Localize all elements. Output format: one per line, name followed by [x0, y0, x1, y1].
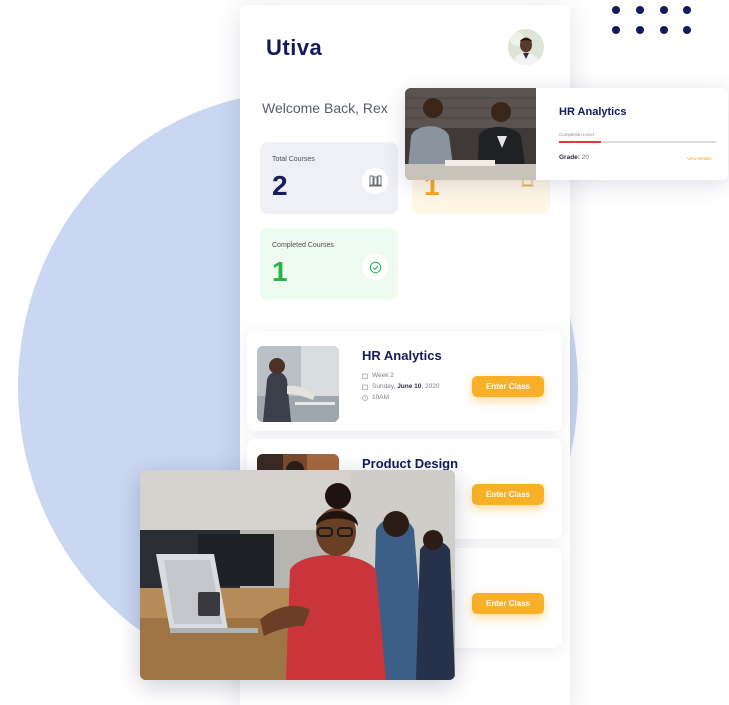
total-courses-card: Total Courses 2: [260, 142, 398, 214]
course-progress-photo: [405, 88, 536, 180]
clock-icon: [362, 394, 368, 401]
course-date: Sunday, June 10, 2020: [362, 383, 439, 390]
enter-class-button[interactable]: Enter Class: [472, 376, 544, 397]
calendar-icon: [362, 373, 368, 379]
course-time: 10AM: [362, 394, 389, 401]
course-week: Week 2: [362, 372, 394, 379]
course-title: Product Design: [362, 456, 459, 471]
course-time-text: 10AM: [372, 394, 389, 401]
welcome-message: Welcome Back, Rex: [262, 100, 388, 116]
grade-row: Grade: 20: [559, 154, 589, 161]
grade-label: Grade:: [559, 154, 580, 161]
course-week-text: Week 2: [372, 372, 394, 379]
completion-progress-bar: [559, 141, 716, 143]
stat-label: Completed Courses: [272, 242, 334, 249]
enter-class-button[interactable]: Enter Class: [472, 593, 544, 614]
date-suffix: , 2020: [421, 383, 440, 390]
decorative-dots: [612, 6, 691, 34]
view-details-link[interactable]: View Details: [687, 156, 712, 161]
date-prefix: Sunday,: [372, 383, 398, 390]
stat-value: 1: [272, 256, 288, 287]
progress-course-title: HR Analytics: [559, 106, 627, 118]
course-card: HR Analytics Week 2 Sunday, June 10, 202…: [247, 331, 562, 431]
enter-class-button[interactable]: Enter Class: [472, 484, 544, 505]
calendar-icon: [362, 384, 368, 390]
date-bold: June 10: [397, 383, 422, 390]
completion-label: Completion Level: [559, 132, 594, 137]
course-progress-card: HR Analytics Completion Level Grade: 20 …: [405, 88, 728, 180]
stat-value: 2: [272, 170, 288, 201]
utiva-logo[interactable]: Utiva: [266, 35, 322, 61]
user-avatar[interactable]: [508, 29, 544, 65]
stat-label: Total Courses: [272, 156, 315, 163]
grade-value: 20: [579, 154, 589, 161]
course-thumbnail: [257, 346, 339, 422]
completion-progress-fill: [559, 141, 602, 143]
books-icon: [362, 168, 388, 194]
course-title: HR Analytics: [362, 348, 442, 363]
check-circle-icon: [362, 254, 388, 280]
classroom-photo: [140, 470, 455, 680]
completed-courses-card: Completed Courses 1: [260, 228, 398, 300]
